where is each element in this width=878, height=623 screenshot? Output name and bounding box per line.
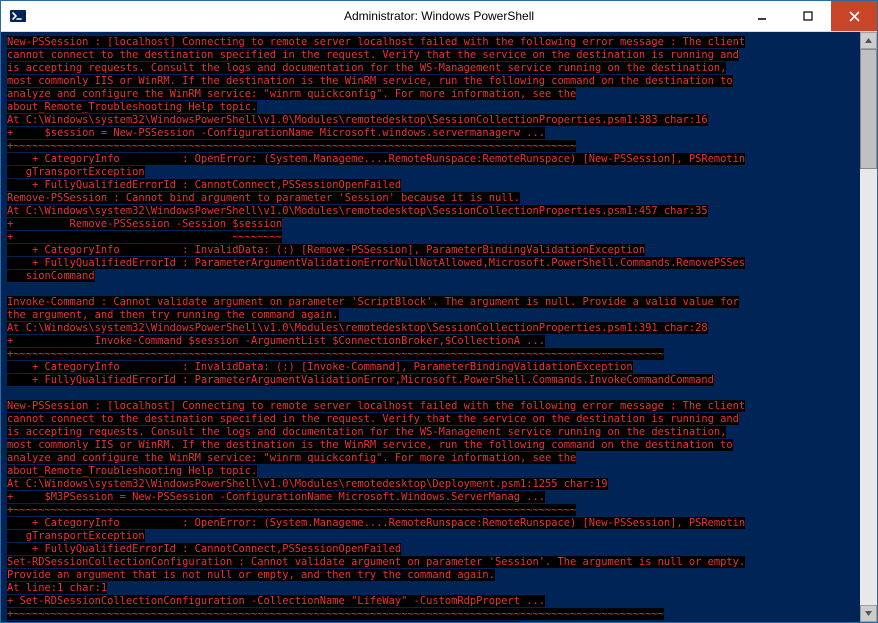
error-line: At line:1 char:1 xyxy=(7,582,107,594)
powershell-icon xyxy=(9,7,27,25)
scroll-track[interactable] xyxy=(860,49,877,605)
error-line: + $session = New-PSSession -Configuratio… xyxy=(7,127,545,139)
error-line: cannot connect to the destination specif… xyxy=(7,49,739,61)
error-line: analyze and configure the WinRM service:… xyxy=(7,88,576,100)
minimize-button[interactable] xyxy=(739,1,785,31)
console-output[interactable]: New-PSSession : [localhost] Connecting t… xyxy=(1,32,860,622)
error-line: + FullyQualifiedErrorId : CannotConnect,… xyxy=(7,543,401,555)
error-line: New-PSSession : [localhost] Connecting t… xyxy=(7,36,745,48)
error-line: analyze and configure the WinRM service:… xyxy=(7,452,576,464)
error-line: At C:\Windows\system32\WindowsPowerShell… xyxy=(7,322,708,334)
error-line: + Remove-PSSession -Session $session xyxy=(7,218,282,230)
error-line: + Set-RDSessionCollectionConfiguration -… xyxy=(7,595,545,607)
error-line: most commonly IIS or WinRM. If the desti… xyxy=(7,439,733,451)
error-line: At C:\Windows\system32\WindowsPowerShell… xyxy=(7,114,708,126)
error-line: most commonly IIS or WinRM. If the desti… xyxy=(7,75,733,87)
error-line: + FullyQualifiedErrorId : ParameterArgum… xyxy=(7,257,745,269)
error-line: Provide an argument that is not null or … xyxy=(7,569,495,581)
error-line: At C:\Windows\system32\WindowsPowerShell… xyxy=(7,478,608,490)
close-button[interactable] xyxy=(831,1,877,31)
error-line: Invoke-Command : Cannot validate argumen… xyxy=(7,296,739,308)
vertical-scrollbar[interactable] xyxy=(860,32,877,622)
error-line: the argument, and then try running the c… xyxy=(7,309,339,321)
error-line: + CategoryInfo : OpenError: (System.Mana… xyxy=(7,153,745,165)
error-line: +~~~~~~~~~~~~~~~~~~~~~~~~~~~~~~~~~~~~~~~… xyxy=(7,140,576,152)
maximize-button[interactable] xyxy=(785,1,831,31)
error-line: +~~~~~~~~~~~~~~~~~~~~~~~~~~~~~~~~~~~~~~~… xyxy=(7,504,576,516)
titlebar[interactable]: Administrator: Windows PowerShell xyxy=(1,1,877,32)
error-line: Set-RDSessionCollectionConfiguration : C… xyxy=(7,556,745,568)
error-line: gTransportException xyxy=(7,166,145,178)
window-controls xyxy=(739,1,877,31)
error-line: Remove-PSSession : Cannot bind argument … xyxy=(7,192,520,204)
error-line: + CategoryInfo : NotSpecified: (:) [Writ… xyxy=(7,621,520,622)
scroll-up-button[interactable] xyxy=(860,32,877,49)
error-line: New-PSSession : [localhost] Connecting t… xyxy=(7,400,745,412)
error-line: + CategoryInfo : InvalidData: (:) [Remov… xyxy=(7,244,645,256)
error-line: about_Remote_Troubleshooting Help topic. xyxy=(7,465,257,477)
error-line: + CategoryInfo : InvalidData: (:) [Invok… xyxy=(7,361,633,373)
error-line: + $M3PSession = New-PSSession -Configura… xyxy=(7,491,545,503)
error-line: cannot connect to the destination specif… xyxy=(7,413,739,425)
error-line: gTransportException xyxy=(7,530,145,542)
error-line: + ~~~~~~~~ xyxy=(7,231,282,243)
error-line: is accepting requests. Consult the logs … xyxy=(7,62,726,74)
error-line: + FullyQualifiedErrorId : ParameterArgum… xyxy=(7,374,714,386)
error-line: + FullyQualifiedErrorId : CannotConnect,… xyxy=(7,179,401,191)
error-line: At C:\Windows\system32\WindowsPowerShell… xyxy=(7,205,708,217)
error-line: is accepting requests. Consult the logs … xyxy=(7,426,726,438)
error-line: +~~~~~~~~~~~~~~~~~~~~~~~~~~~~~~~~~~~~~~~… xyxy=(7,348,664,360)
error-line: about_Remote_Troubleshooting Help topic. xyxy=(7,101,257,113)
powershell-window: Administrator: Windows PowerShell New-PS… xyxy=(0,0,878,623)
scroll-thumb[interactable] xyxy=(860,49,877,169)
error-line: +~~~~~~~~~~~~~~~~~~~~~~~~~~~~~~~~~~~~~~~… xyxy=(7,608,664,620)
console-client-area: New-PSSession : [localhost] Connecting t… xyxy=(1,32,877,622)
error-line: + Invoke-Command $session -ArgumentList … xyxy=(7,335,545,347)
error-line: + CategoryInfo : OpenError: (System.Mana… xyxy=(7,517,745,529)
error-line: sionCommand xyxy=(7,270,95,282)
scroll-down-button[interactable] xyxy=(860,605,877,622)
